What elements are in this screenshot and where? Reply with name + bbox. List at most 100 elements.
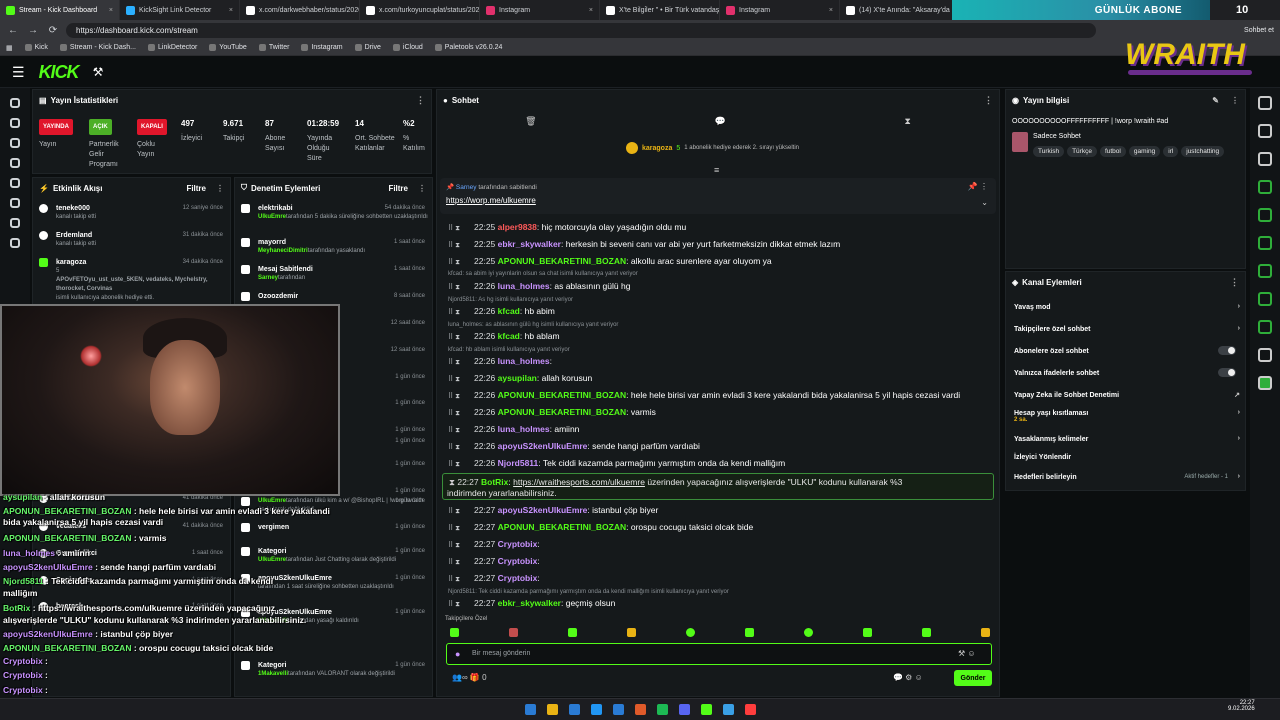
message-user[interactable]: kfcad [498,331,520,341]
message-actions-icon[interactable]: ⠿ ⧗ [448,525,460,532]
stream-tag[interactable]: Turkish [1033,146,1065,157]
chat-message[interactable]: ⠿ ⧗ 22:26 luna_holmes: as ablasının gülü … [448,281,993,293]
back-icon[interactable]: ← [6,25,20,36]
channel-action-row[interactable]: Yapay Zeka ile Sohbet Denetimi ↗ [1014,392,1242,399]
browser-tab[interactable]: Instagram × [720,0,840,20]
stream-tag[interactable]: irl [1163,146,1179,157]
message-actions-icon[interactable]: ⠿ ⧗ [448,601,460,608]
broadcast-icon[interactable] [1258,264,1272,278]
message-actions-icon[interactable]: ⠿ ⧗ [448,359,460,366]
chat-message[interactable]: ⠿ ⧗ 22:27 ebkr_skywalker: geçmiş olsun [448,598,993,610]
chat-message[interactable]: ⠿ ⧗ 22:26 apoyuS2kenUlkuEmre: sende hangi… [448,441,993,453]
mod-item[interactable]: mayorrd MeyhaneciDimitritarafından yasakl… [241,238,429,256]
toggle-switch[interactable] [1218,346,1236,355]
emote-icon[interactable] [627,628,636,637]
forward-icon[interactable]: → [26,25,40,36]
pencil-icon[interactable] [1258,124,1272,138]
feed-item[interactable]: teneke000 kanalı takip etti 12 saniye önce [39,204,227,222]
message-user[interactable]: APONUN_BEKARETINI_BOZAN [498,256,626,266]
taskbar-app-icon[interactable] [679,704,690,715]
taskbar-clock[interactable]: 22:27 9.02.2026 [1228,700,1255,712]
users-icon[interactable] [10,138,20,148]
users-icon[interactable]: 👥∞ [452,673,470,682]
sun-icon[interactable] [1258,96,1272,110]
message-user[interactable]: APONUN_BEKARETINI_BOZAN [498,407,626,417]
message-actions-icon[interactable]: ⠿ ⧗ [448,376,460,383]
emote-icon[interactable] [981,628,990,637]
chat-extension-button[interactable]: Sohbet et [1244,27,1274,34]
chat-message[interactable]: ⠿ ⧗ 22:26 luna_holmes: amiinn [448,424,993,436]
browser-tab[interactable]: (14) X'te Anında: "Aksaray'da küç× [840,0,960,20]
message-actions-icon[interactable]: ⠿ ⧗ [448,461,460,468]
chat-message[interactable]: ⠿ ⧗ 22:27 Cryptobix: [448,539,993,551]
message-actions-icon[interactable]: ⠿ ⧗ [448,444,460,451]
play-icon[interactable] [10,218,20,228]
chat-message[interactable]: ⠿ ⧗ 22:27 apoyuS2kenUlkuEmre: istanbul çö… [448,505,993,517]
message-actions-icon[interactable]: ⠿ ⧗ [448,284,460,291]
message-user[interactable]: APONUN_BEKARETINI_BOZAN [498,522,626,532]
emote-icon[interactable] [745,628,754,637]
more-icon[interactable]: ⋮ [1231,96,1239,105]
taskbar-app-icon[interactable] [525,704,536,715]
emote-icon[interactable] [863,628,872,637]
channel-action-row[interactable]: Hedefleri belirleyin Aktif hedefler - 1 › [1014,473,1242,481]
message-user[interactable]: ebkr_skywalker [498,239,561,249]
chat-message[interactable]: ⠿ ⧗ 22:25 APONUN_BEKARETINI_BOZAN: alkoll… [448,256,993,268]
channel-action-row[interactable]: Takipçilere özel sohbet › [1014,325,1242,333]
message-user[interactable]: luna_holmes [498,281,550,291]
channel-action-row[interactable]: Yavaş mod › [1014,303,1242,311]
video-icon[interactable] [10,178,20,188]
taskbar-app-icon[interactable] [591,704,602,715]
channel-action-row[interactable]: Hesap yaşı kısıtlaması › 2 sa. [1014,409,1242,423]
stream-tag[interactable]: Türkçe [1067,146,1097,157]
chat-message[interactable]: ⠿ ⧗ 22:26 APONUN_BEKARETINI_BOZAN: varmis [448,407,993,419]
chat-message[interactable]: ⠿ ⧗ 22:27 Cryptobix: [448,556,993,568]
bookmark-item[interactable]: Stream - Kick Dash... [59,44,136,51]
message-actions-icon[interactable]: ⠿ ⧗ [448,242,460,249]
stream-tag[interactable]: justchatting [1181,146,1225,157]
taskbar-app-icon[interactable] [657,704,668,715]
trophy-icon[interactable] [10,158,20,168]
message-user[interactable]: luna_holmes [498,356,550,366]
link-icon[interactable] [10,118,20,128]
more-icon[interactable]: ⋮ [1230,277,1239,288]
bolt-icon[interactable] [1258,180,1272,194]
browser-tab[interactable]: Stream - Kick Dashboard × [0,0,120,20]
stream-tag[interactable]: futbol [1099,146,1126,157]
top-gifter-name[interactable]: karagoza [642,145,672,152]
chat-message[interactable]: ⠿ ⧗ 22:26 kfcad: hb ablam [448,331,993,343]
message-user[interactable]: Cryptobix [498,556,538,566]
chat-message[interactable]: ⠿ ⧗ 22:26 luna_holmes: [448,356,993,368]
tab-close-icon[interactable]: × [589,7,593,14]
kick-logo[interactable]: KICK [39,62,80,83]
expand-icon[interactable]: ≡ [714,165,719,175]
channel-action-row[interactable]: Yasaklanmış kelimeler › [1014,435,1242,443]
comment-icon[interactable]: 💬 [715,116,726,127]
chevron-right-icon[interactable]: › [1238,473,1240,480]
bookmark-item[interactable]: YouTube [209,44,247,51]
taskbar-app-icon[interactable] [613,704,624,715]
pin-actions[interactable]: 📌 ⋮ [968,182,988,191]
url-input[interactable]: https://dashboard.kick.com/stream [66,22,1096,38]
target-icon[interactable] [1258,152,1272,166]
tab-close-icon[interactable]: × [829,7,833,14]
bookmark-item[interactable]: Drive [354,44,381,51]
channel-action-row[interactable]: İzleyici Yönlendir [1014,454,1242,461]
chat-message[interactable]: ⠿ ⧗ 22:27 APONUN_BEKARETINI_BOZAN: orospu… [448,522,993,534]
bookmark-item[interactable]: Kick [24,44,48,51]
bookmark-item[interactable]: Twitter [258,44,289,51]
mod-filter-button[interactable]: Filtre [388,184,408,193]
more-icon[interactable]: ⋮ [216,184,224,193]
taskbar-app-icon[interactable] [723,704,734,715]
message-actions-icon[interactable]: ⠿ ⧗ [448,508,460,515]
message-user[interactable]: kfcad [498,306,520,316]
botrix-user[interactable]: BotRix [481,477,508,487]
layout-icon[interactable] [1258,292,1272,306]
message-actions-icon[interactable]: ⠿ ⧗ [448,334,460,341]
feed-item[interactable]: Erdemland kanalı takip etti 31 dakika önce [39,231,227,249]
stream-icon[interactable] [10,98,20,108]
bookmark-item[interactable]: iCloud [392,44,423,51]
browser-tab[interactable]: x.com/darkwebhaber/status/2020× [240,0,360,20]
chat-message[interactable]: ⠿ ⧗ 22:27 Cryptobix: [448,573,993,585]
more-icon[interactable]: ⋮ [418,184,426,193]
